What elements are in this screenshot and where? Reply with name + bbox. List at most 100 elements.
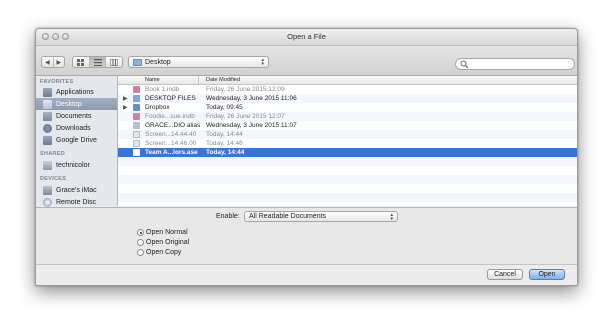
sidebar-item-google-drive[interactable]: Google Drive [36,134,117,146]
desktop-icon [43,99,52,109]
file-row[interactable]: Screen...14.44.40 Today, 14:44 [118,130,577,139]
search-input[interactable] [455,58,575,70]
file-date: Today, 14:44 [206,148,245,156]
file-row-selected[interactable]: Team A...lors.ase Today, 14:44 [118,148,577,157]
folder-icon [133,58,142,66]
folder-icon [133,95,140,102]
disc-icon [43,197,52,207]
sidebar-item-label: Desktop [56,100,82,108]
file-name: Screen...14.44.40 [145,130,197,138]
forward-button[interactable]: ▶ [54,57,65,67]
file-name: Book 1.indb [145,85,180,93]
icon-view-button[interactable] [73,57,90,67]
back-button[interactable]: ◀ [42,57,54,67]
dropbox-folder-icon [133,104,140,111]
screenshot-icon [133,131,140,138]
file-name: GRACE...DIO alias [145,121,201,129]
server-icon [43,160,52,170]
file-row[interactable]: Book 1.indb Friday, 26 June 2015 12:09 [118,85,577,94]
file-date: Friday, 26 June 2015 12:09 [206,85,285,93]
file-name: Dropbox [145,103,170,111]
options-panel: Enable: All Readable Documents ▴ ▾ Open N… [36,207,577,265]
enable-label: Enable: [216,213,240,220]
radio-open-original[interactable]: Open Original [137,239,189,246]
ase-file-icon [133,149,140,156]
sidebar-item-label: Remote Disc [56,198,97,206]
documents-icon [43,111,52,121]
column-view-button[interactable] [106,57,122,67]
view-mode-control [72,56,123,68]
popup-arrows-icon: ▴ ▾ [390,211,393,222]
sidebar-item-technicolor[interactable]: technicolor [36,159,117,171]
location-popup[interactable]: Desktop ▴ ▾ [128,56,269,68]
sidebar-item-label: Applications [56,88,94,96]
indesign-book-icon [133,86,140,93]
sidebar-item-label: Downloads [56,124,91,132]
open-button[interactable]: Open [529,269,565,280]
sidebar-item-label: technicolor [56,161,90,169]
search-icon [460,60,469,69]
list-icon [93,58,102,66]
sidebar: FAVORITES Applications Desktop Documents… [36,76,118,207]
columns-icon [110,58,119,66]
file-name: Foodie...sue.indb [145,112,195,120]
screenshot-icon [133,140,140,147]
file-name: Screen...14.46.00 [145,139,197,147]
back-forward-control: ◀ ▶ [41,56,65,68]
list-view-button[interactable] [89,57,107,67]
title-bar: Open a File [36,29,577,46]
file-date: Today, 14:46 [206,139,243,147]
sidebar-item-graces-imac[interactable]: Grace's iMac [36,184,117,196]
sidebar-item-documents[interactable]: Documents [36,110,117,122]
file-name: DESKTOP FILES [145,94,196,102]
sidebar-item-desktop[interactable]: Desktop [36,98,117,110]
back-arrow-icon: ◀ [44,59,50,66]
disclosure-triangle-icon[interactable]: ▶ [123,104,128,111]
radio-unselected-icon [137,249,144,256]
radio-label: Open Copy [146,249,182,256]
downloads-icon [43,123,52,133]
radio-selected-icon [137,229,144,236]
column-header-name[interactable]: Name [145,77,160,83]
window-title: Open a File [287,32,326,41]
file-row[interactable]: ▶ Dropbox Today, 09:45 [118,103,577,112]
indesign-book-icon [133,113,140,120]
sidebar-heading-favorites: FAVORITES [40,79,74,85]
sidebar-heading-shared: SHARED [40,151,66,157]
file-date: Today, 14:44 [206,130,243,138]
radio-unselected-icon [137,239,144,246]
sidebar-item-label: Google Drive [56,136,97,144]
cancel-button[interactable]: Cancel [487,269,523,280]
radio-label: Open Original [146,239,190,246]
enable-value: All Readable Documents [249,213,327,220]
sidebar-heading-devices: DEVICES [40,176,67,182]
open-file-dialog: Open a File ◀ ▶ Desktop ▴ ▾ FAVORITES Ap… [35,28,578,286]
disclosure-triangle-icon[interactable]: ▶ [123,95,128,102]
empty-row [118,193,577,202]
enable-popup[interactable]: All Readable Documents ▴ ▾ [244,211,398,222]
file-row[interactable]: Screen...14.46.00 Today, 14:46 [118,139,577,148]
file-date: Friday, 26 June 2015 12:07 [206,112,285,120]
google-drive-icon [43,135,52,145]
grid-icon [77,58,85,66]
file-list-header: Name Date Modified [118,76,577,85]
applications-icon [43,87,52,97]
forward-arrow-icon: ▶ [56,59,62,66]
location-label: Desktop [145,58,171,66]
file-row[interactable]: ▶ DESKTOP FILES Wednesday, 3 June 2015 1… [118,94,577,103]
file-date: Wednesday, 3 June 2015 11:07 [206,121,297,129]
sidebar-item-applications[interactable]: Applications [36,86,117,98]
radio-label: Open Normal [146,229,188,236]
file-row[interactable]: Foodie...sue.indb Friday, 26 June 2015 1… [118,112,577,121]
file-name: Team A...lors.ase [145,148,198,156]
column-header-date-modified[interactable]: Date Modified [206,77,240,83]
radio-open-copy[interactable]: Open Copy [137,249,181,256]
file-list: Name Date Modified Book 1.indb Friday, 2… [118,76,577,206]
sidebar-item-downloads[interactable]: Downloads [36,122,117,134]
empty-row [118,175,577,184]
radio-open-normal[interactable]: Open Normal [137,229,188,236]
sidebar-item-label: Grace's iMac [56,186,97,194]
file-row[interactable]: GRACE...DIO alias Wednesday, 3 June 2015… [118,121,577,130]
imac-icon [43,185,52,195]
popup-arrows-icon: ▴ ▾ [261,57,264,67]
